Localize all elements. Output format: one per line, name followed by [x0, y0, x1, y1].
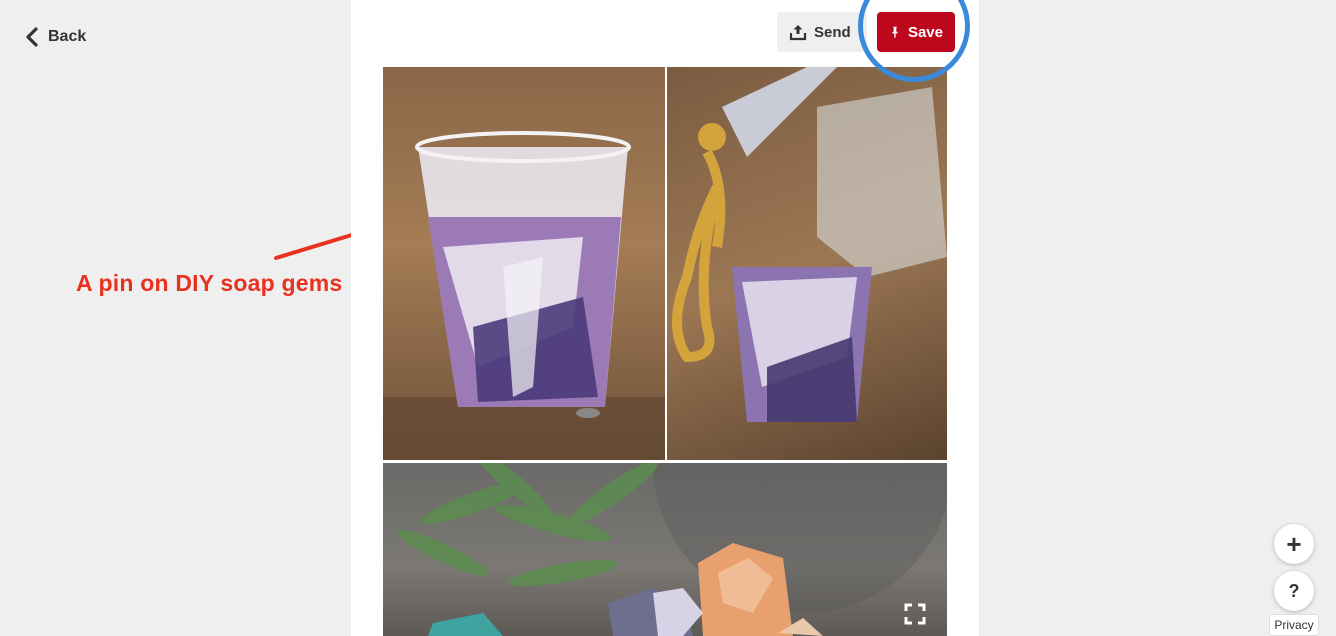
help-icon: ? — [1288, 580, 1300, 601]
send-label: Send — [814, 23, 851, 41]
plus-icon: + — [1286, 528, 1302, 559]
pin-panel: Send Save — [351, 0, 979, 636]
image-tile-scissors — [667, 67, 947, 460]
image-tile-gems — [383, 463, 947, 636]
add-button[interactable]: + — [1274, 524, 1314, 564]
privacy-link[interactable]: Privacy — [1269, 614, 1319, 636]
share-icon — [789, 25, 807, 41]
back-button[interactable]: Back — [22, 26, 86, 48]
cup-illustration — [383, 131, 665, 460]
help-button[interactable]: ? — [1274, 571, 1314, 611]
expand-icon[interactable] — [903, 602, 927, 626]
chevron-left-icon — [26, 27, 38, 47]
scissors-illustration — [672, 67, 947, 422]
save-label: Save — [907, 23, 943, 41]
save-button[interactable]: Save — [877, 12, 955, 52]
gems-illustration — [397, 463, 947, 636]
image-tile-cup — [383, 67, 665, 460]
send-button[interactable]: Send — [777, 12, 867, 52]
back-label: Back — [48, 28, 87, 45]
annotation-label: A pin on DIY soap gems — [76, 270, 343, 296]
pin-image[interactable] — [383, 67, 947, 636]
pushpin-icon — [891, 26, 899, 38]
